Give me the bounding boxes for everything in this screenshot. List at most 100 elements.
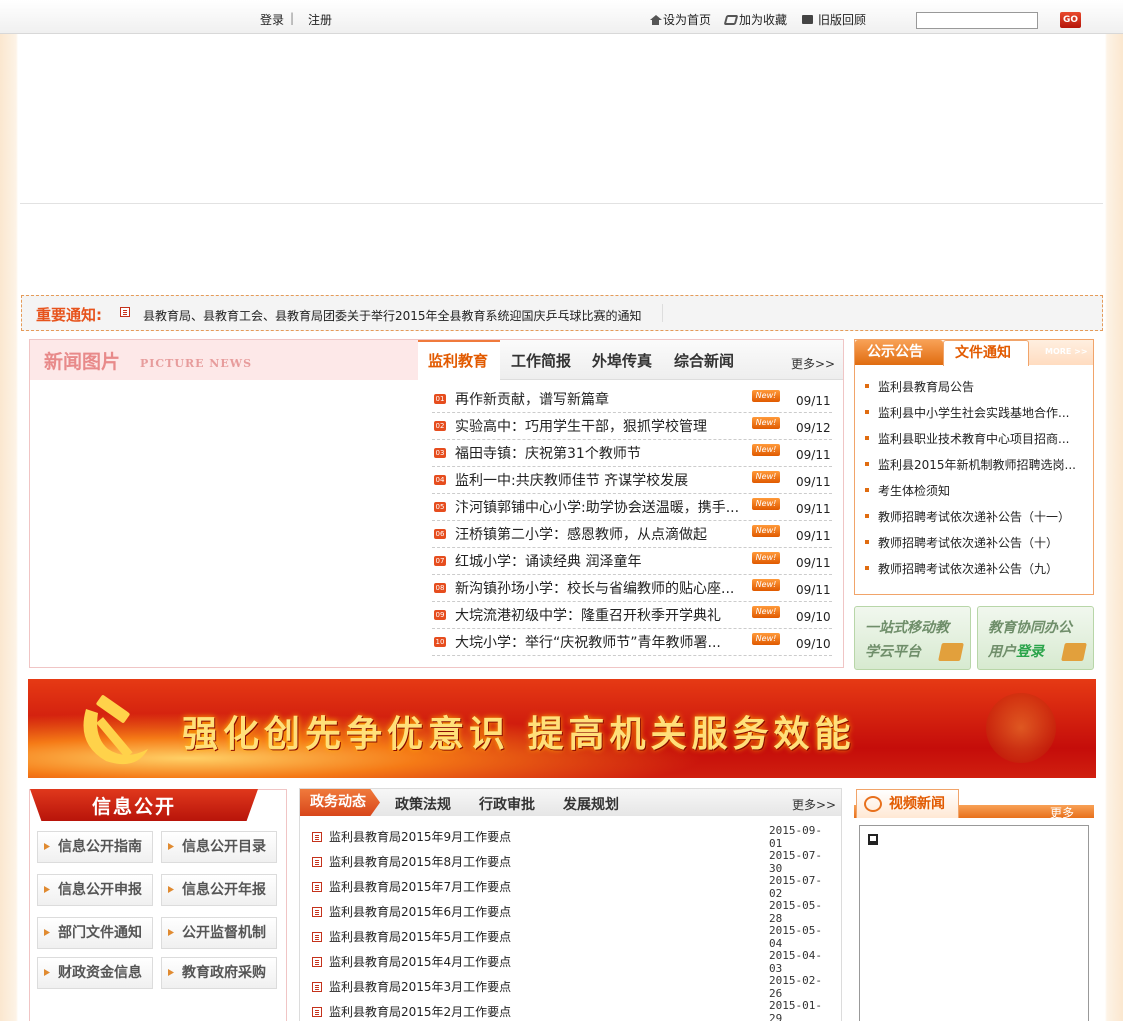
gov-affairs-item-title[interactable]: 监利县教育局2015年3月工作要点 xyxy=(329,978,511,995)
news-item[interactable]: 01 再作新贡献，谱写新篇章 New! 09/11 xyxy=(432,386,832,413)
announcement-item[interactable]: 教师招聘考试依次递补公告（十） xyxy=(865,529,1076,555)
news-item-title[interactable]: 汴河镇郭铺中心小学:助学协会送温暖，携手... xyxy=(455,497,750,517)
register-link[interactable]: 注册 xyxy=(308,11,332,28)
news-item-date: 09/11 xyxy=(796,583,831,597)
announcement-item[interactable]: 监利县教育局公告 xyxy=(865,373,1076,399)
news-item-title[interactable]: 福田寺镇：庆祝第31个教师节 xyxy=(455,443,750,463)
slogan-banner: 强化创先争优意识 提高机关服务效能 xyxy=(28,679,1096,778)
document-icon xyxy=(312,981,322,992)
news-item-title[interactable]: 监利一中:共庆教师佳节 齐谋学校发展 xyxy=(455,470,750,490)
news-tabs: 监利教育 工作简报 外埠传真 综合新闻 更多>> xyxy=(418,340,843,380)
gov-affairs-item[interactable]: 监利县教育局2015年8月工作要点 2015-07-30 xyxy=(312,848,832,875)
info-annual-report-button[interactable]: 信息公开年报 xyxy=(161,874,277,906)
gov-more-link[interactable]: 更多>> xyxy=(792,796,836,813)
fiscal-info-button[interactable]: 财政资金信息 xyxy=(37,957,153,989)
login-link[interactable]: 登录 xyxy=(260,11,284,28)
old-version-link[interactable]: 旧版回顾 xyxy=(802,11,866,28)
news-item[interactable]: 09 大垸流港初级中学：隆重召开秋季开学典礼 New! 09/10 xyxy=(432,602,832,629)
tab-work-briefing[interactable]: 工作简报 xyxy=(511,350,571,371)
office-login-button[interactable]: 教育协同办公 用户登录 xyxy=(977,606,1094,670)
gov-affairs-item-title[interactable]: 监利县教育局2015年5月工作要点 xyxy=(329,928,511,945)
announcement-more-link[interactable]: MORE >> xyxy=(1045,347,1088,356)
separator: | xyxy=(290,11,295,25)
gov-affairs-item[interactable]: 监利县教育局2015年3月工作要点 2015-02-26 xyxy=(312,974,832,1000)
mobile-cloud-platform-button[interactable]: 一站式移动教 学云平台 xyxy=(854,606,971,670)
tab-external-fax[interactable]: 外埠传真 xyxy=(592,350,652,371)
video-more-link[interactable]: 更多 xyxy=(1050,804,1074,821)
gov-affairs-item[interactable]: 监利县教育局2015年9月工作要点 2015-09-01 xyxy=(312,824,832,850)
news-item[interactable]: 05 汴河镇郭铺中心小学:助学协会送温暖，携手... New! 09/11 xyxy=(432,494,832,521)
home-icon xyxy=(650,14,662,25)
gov-affairs-item-date: 2015-01-29 xyxy=(769,998,822,1021)
news-item[interactable]: 08 新沟镇孙场小学：校长与省编教师的贴心座... New! 09/11 xyxy=(432,575,832,602)
gov-affairs-item-title[interactable]: 监利县教育局2015年7月工作要点 xyxy=(329,878,511,895)
news-item-date: 09/11 xyxy=(796,475,831,489)
news-item-title[interactable]: 大垸流港初级中学：隆重召开秋季开学典礼 xyxy=(455,605,750,625)
news-item[interactable]: 04 监利一中:共庆教师佳节 齐谋学校发展 New! 09/11 xyxy=(432,467,832,494)
notice-link[interactable]: 县教育局、县教育工会、县教育局团委关于举行2015年全县教育系统迎国庆乒乓球比赛… xyxy=(143,307,642,324)
tab-gov-news[interactable]: 政务动态 xyxy=(300,789,380,816)
announcement-item[interactable]: 监利县2015年新机制教师招聘选岗... xyxy=(865,451,1076,477)
news-item[interactable]: 07 红城小学：诵读经典 润泽童年 New! 09/11 xyxy=(432,548,832,575)
document-icon xyxy=(312,856,322,867)
news-item[interactable]: 03 福田寺镇：庆祝第31个教师节 New! 09/11 xyxy=(432,440,832,467)
info-catalog-button[interactable]: 信息公开目录 xyxy=(161,831,277,863)
tab-jianli-education[interactable]: 监利教育 xyxy=(428,350,488,371)
news-item[interactable]: 06 汪桥镇第二小学：感恩教师，从点滴做起 New! 09/11 xyxy=(432,521,832,548)
announcement-item[interactable]: 教师招聘考试依次递补公告（十一） xyxy=(865,503,1076,529)
banner-middle xyxy=(20,205,1103,293)
gov-affairs-item[interactable]: 监利县教育局2015年7月工作要点 2015-07-02 xyxy=(312,874,832,900)
announcement-item[interactable]: 监利县中小学生社会实践基地合作... xyxy=(865,399,1076,425)
news-item-title[interactable]: 新沟镇孙场小学：校长与省编教师的贴心座... xyxy=(455,578,750,598)
video-player[interactable] xyxy=(859,825,1089,1021)
info-apply-button[interactable]: 信息公开申报 xyxy=(37,874,153,906)
news-item-title[interactable]: 汪桥镇第二小学：感恩教师，从点滴做起 xyxy=(455,524,750,544)
gov-affairs-item[interactable]: 监利县教育局2015年2月工作要点 2015-01-29 xyxy=(312,999,832,1021)
set-home-link[interactable]: 设为首页 xyxy=(650,11,711,28)
news-item[interactable]: 02 实验高中：巧用学生干部，狠抓学校管理 New! 09/12 xyxy=(432,413,832,440)
news-more-link[interactable]: 更多>> xyxy=(791,355,835,372)
gov-affairs-item[interactable]: 监利县教育局2015年5月工作要点 2015-05-04 xyxy=(312,924,832,950)
tab-general-news[interactable]: 综合新闻 xyxy=(674,350,734,371)
gov-affairs-item-title[interactable]: 监利县教育局2015年6月工作要点 xyxy=(329,903,511,920)
news-item[interactable]: 10 大垸小学：举行“庆祝教师节”青年教师署... New! 09/10 xyxy=(432,629,832,656)
announcement-item[interactable]: 监利县职业技术教育中心项目招商... xyxy=(865,425,1076,451)
document-icon xyxy=(312,831,322,842)
gov-affairs-item-title[interactable]: 监利县教育局2015年8月工作要点 xyxy=(329,853,511,870)
gov-affairs-item-title[interactable]: 监利县教育局2015年4月工作要点 xyxy=(329,953,511,970)
button-text-highlight: 登录 xyxy=(1016,644,1044,660)
video-news-tab[interactable]: 视频新闻 xyxy=(856,789,959,818)
gov-affairs-item-title[interactable]: 监利县教育局2015年2月工作要点 xyxy=(329,1003,511,1020)
gov-affairs-item[interactable]: 监利县教育局2015年6月工作要点 2015-05-28 xyxy=(312,899,832,925)
news-item-date: 09/10 xyxy=(796,637,831,651)
search-input[interactable] xyxy=(916,12,1038,29)
video-news-panel: 视频新闻 更多 xyxy=(854,788,1094,1021)
gov-affairs-item-title[interactable]: 监利县教育局2015年9月工作要点 xyxy=(329,828,511,845)
department-notice-button[interactable]: 部门文件通知 xyxy=(37,917,153,949)
supervision-mechanism-button[interactable]: 公开监督机制 xyxy=(161,917,277,949)
procurement-button[interactable]: 教育政府采购 xyxy=(161,957,277,989)
gov-affairs-item-date: 2015-07-30 xyxy=(769,848,822,875)
gov-affairs-item[interactable]: 监利县教育局2015年4月工作要点 2015-04-03 xyxy=(312,949,832,975)
news-item-title[interactable]: 大垸小学：举行“庆祝教师节”青年教师署... xyxy=(455,632,750,652)
info-guide-button[interactable]: 信息公开指南 xyxy=(37,831,153,863)
video-news-title: 视频新闻 xyxy=(889,796,945,812)
announcement-item[interactable]: 考生体检须知 xyxy=(865,477,1076,503)
news-item-title[interactable]: 实验高中：巧用学生干部，狠抓学校管理 xyxy=(455,416,750,436)
news-item-title[interactable]: 红城小学：诵读经典 润泽童年 xyxy=(455,551,750,571)
news-item-number: 07 xyxy=(434,556,446,566)
tab-admin-approval[interactable]: 行政审批 xyxy=(479,794,535,814)
document-icon xyxy=(312,956,322,967)
slogan-text: 强化创先争优意识 提高机关服务效能 xyxy=(182,714,856,755)
announcement-item[interactable]: 教师招聘考试依次递补公告（九） xyxy=(865,555,1076,581)
document-icon xyxy=(312,881,322,892)
book-icon xyxy=(938,643,964,661)
tab-policy[interactable]: 政策法规 xyxy=(395,794,451,814)
tab-document-notice[interactable]: 文件通知 xyxy=(943,340,1029,366)
news-item-title[interactable]: 再作新贡献，谱写新篇章 xyxy=(455,389,750,409)
tab-development-plan[interactable]: 发展规划 xyxy=(563,794,619,814)
add-favorite-link[interactable]: 加为收藏 xyxy=(723,11,787,28)
news-item-number: 08 xyxy=(434,583,446,593)
tab-public-notice[interactable]: 公示公告 xyxy=(855,340,943,365)
search-go-button[interactable]: GO xyxy=(1060,12,1081,28)
